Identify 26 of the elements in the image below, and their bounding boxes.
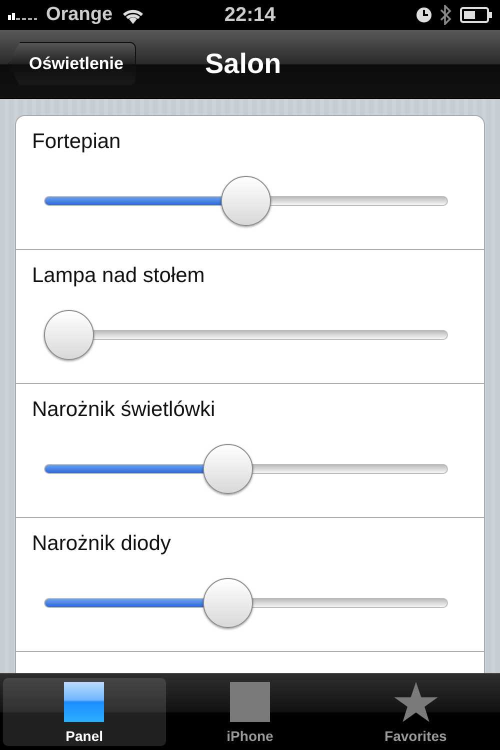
tab[interactable]: Panel [3,678,166,746]
square-icon [230,682,270,722]
slider-thumb[interactable] [203,578,254,628]
square-icon [64,682,104,722]
slider-thumb[interactable] [203,444,254,494]
slider-label: Fortepian [32,130,121,154]
tab[interactable]: iPhone [168,678,332,746]
tab[interactable]: Favorites [334,678,498,746]
slider-thumb[interactable] [44,310,94,360]
slider-label: Narożnik diody [32,532,171,556]
slider-label: Narożnik świetlówki [32,398,216,422]
back-button[interactable]: Oświetlenie [8,42,136,86]
carrier-name: Orange [46,4,113,26]
slider-label: Lampa nad stołem [32,264,205,288]
slider[interactable] [44,176,448,226]
slider[interactable] [44,578,448,628]
clock-icon [416,7,432,23]
slider-thumb[interactable] [221,176,271,226]
slider[interactable] [44,310,448,360]
star-icon [392,682,439,722]
status-time: 22:14 [224,4,276,26]
bluetooth-icon [440,5,452,25]
signal-icon [8,10,38,20]
battery-icon [460,7,492,23]
nav-title: Salon [205,48,282,80]
slider[interactable] [44,444,448,494]
